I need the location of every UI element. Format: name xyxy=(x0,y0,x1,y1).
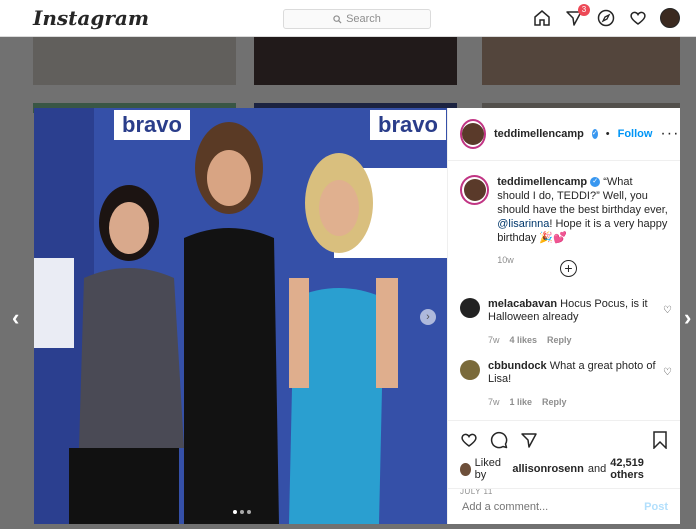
explore-icon[interactable] xyxy=(596,8,616,28)
comment-username[interactable]: melacabavan xyxy=(488,298,557,310)
post-photo-art xyxy=(34,108,447,524)
post-actions: Liked by allisonrosenn and 42,519 others… xyxy=(448,420,680,496)
caption-mention-link[interactable]: @lisarinna xyxy=(497,218,549,230)
comment-item: cbbundock What a great photo of Lisa! 7w… xyxy=(460,360,672,409)
liker-username[interactable]: allisonrosenn xyxy=(512,463,584,475)
bravo-sign: bravo xyxy=(370,110,446,140)
add-comment-input[interactable] xyxy=(460,499,645,514)
comment-reply-button[interactable]: Reply xyxy=(542,396,567,409)
liker-avatar[interactable] xyxy=(460,462,471,476)
profile-avatar[interactable] xyxy=(660,8,680,28)
next-post-arrow[interactable]: › xyxy=(684,305,691,331)
direct-icon[interactable]: 3 xyxy=(564,4,590,28)
comment-reply-button[interactable]: Reply xyxy=(547,334,572,347)
verified-badge-icon: ✓ xyxy=(590,177,601,188)
caption-age: 10w xyxy=(497,255,514,265)
commenter-avatar[interactable] xyxy=(460,298,480,318)
search-input[interactable]: Search xyxy=(283,9,431,29)
comment-likes[interactable]: 1 like xyxy=(510,396,533,409)
comment-item: melacabavan Hocus Pocus, is it Halloween… xyxy=(460,298,672,347)
post-comment-button[interactable]: Post xyxy=(644,501,668,513)
search-icon xyxy=(333,14,342,24)
instagram-logo[interactable]: Instagram xyxy=(33,6,149,30)
post-caption: teddimellencamp ✓ “What should I do, TED… xyxy=(448,161,680,267)
likes-count[interactable]: 42,519 others xyxy=(610,457,668,481)
caption-avatar[interactable] xyxy=(460,175,490,205)
top-nav: Instagram Search 3 xyxy=(0,0,696,37)
like-heart-icon[interactable] xyxy=(460,431,478,449)
home-icon[interactable] xyxy=(532,8,552,28)
follow-button[interactable]: Follow xyxy=(618,128,653,140)
post-modal: bravo bravo › teddimellencamp ✓ • Follow… xyxy=(34,108,680,524)
carousel-next-button[interactable]: › xyxy=(420,309,436,325)
previous-post-arrow[interactable]: ‹ xyxy=(12,305,19,331)
dot-separator: • xyxy=(605,128,610,140)
comment-likes[interactable]: 4 likes xyxy=(510,334,538,347)
more-options-icon[interactable]: ··· xyxy=(660,125,679,143)
comment-age: 7w xyxy=(488,397,500,407)
share-icon[interactable] xyxy=(520,431,538,449)
post-photo[interactable]: bravo bravo › xyxy=(34,108,447,524)
bravo-sign: bravo xyxy=(114,110,190,140)
comment-like-heart-icon[interactable]: ♡ xyxy=(663,304,672,317)
caption-username[interactable]: teddimellencamp xyxy=(497,176,587,188)
liked-by-and: and xyxy=(587,463,607,475)
post-header: teddimellencamp ✓ • Follow ··· xyxy=(448,108,680,161)
comment-age: 7w xyxy=(488,335,500,345)
notification-badge: 3 xyxy=(578,4,590,16)
verified-badge-icon: ✓ xyxy=(591,129,598,139)
likes-summary: Liked by allisonrosenn and 42,519 others xyxy=(460,457,668,481)
commenter-avatar[interactable] xyxy=(460,360,480,380)
add-comment-bar: Post xyxy=(448,488,680,524)
bookmark-icon[interactable] xyxy=(652,431,668,449)
comment-bubble-icon[interactable] xyxy=(490,431,508,449)
comment-like-heart-icon[interactable]: ♡ xyxy=(663,366,672,379)
carousel-dots xyxy=(233,510,251,514)
liked-by-prefix: Liked by xyxy=(474,457,501,481)
post-details-panel: teddimellencamp ✓ • Follow ··· teddimell… xyxy=(447,108,680,524)
comment-username[interactable]: cbbundock xyxy=(488,360,547,372)
nav-icons: 3 xyxy=(532,4,680,28)
search-placeholder: Search xyxy=(346,13,381,25)
author-avatar[interactable] xyxy=(460,119,486,149)
load-more-comments-icon[interactable]: + xyxy=(560,260,577,277)
author-username[interactable]: teddimellencamp xyxy=(494,128,584,140)
activity-heart-icon[interactable] xyxy=(628,8,648,28)
